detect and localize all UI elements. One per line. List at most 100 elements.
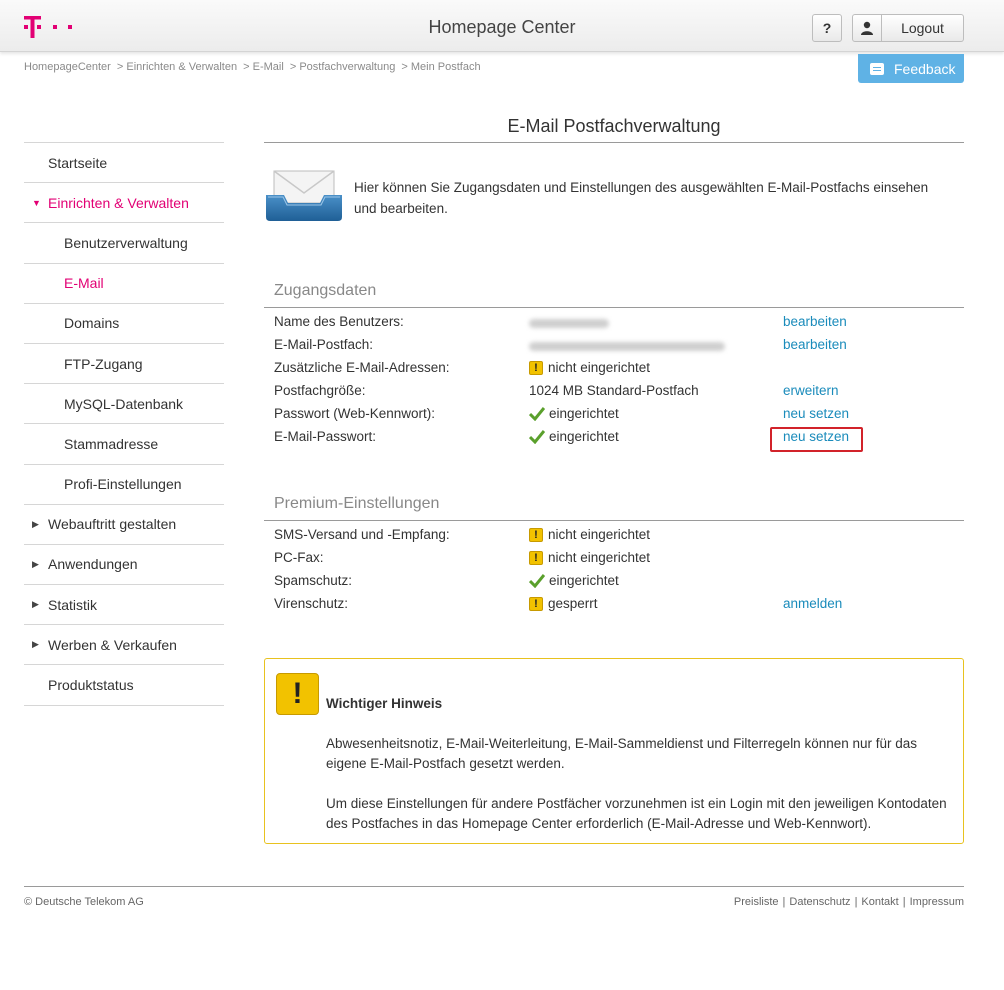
row-value: ! nicht eingerichtet [529,550,650,565]
table-row: Virenschutz: ! gesperrt anmelden [264,596,964,619]
row-label: Name des Benutzers: [274,314,404,329]
top-bar: Homepage Center ? Logout [0,0,1004,52]
row-value: eingerichtet [529,573,619,588]
breadcrumb-item[interactable]: > Einrichten & Verwalten [117,61,237,73]
sidebar-item-startseite[interactable]: Startseite [24,143,224,184]
page-title: E-Mail Postfachverwaltung [507,116,721,136]
footer-divider [24,886,964,887]
feedback-label: Feedback [894,60,956,77]
sidebar-item-einrichten-verwalten[interactable]: ▼ Einrichten & Verwalten [24,183,224,224]
row-label: E-Mail-Passwort: [274,429,377,444]
section-title-premium: Premium-Einstellungen [274,495,440,512]
sidebar-item-label: Stammadresse [64,435,159,452]
footer-link-kontakt[interactable]: Kontakt [861,896,898,908]
row-label: E-Mail-Postfach: [274,337,374,352]
sidebar-item-label: Benutzerverwaltung [64,234,188,251]
edit-mailbox-link[interactable]: bearbeiten [783,337,847,352]
warning-icon: ! [529,550,543,565]
sidebar-item-benutzerverwaltung[interactable]: Benutzerverwaltung [24,223,224,264]
notice-title: Wichtiger Hinweis [326,696,443,711]
intro-text: Hier können Sie Zugangsdaten und Einstel… [354,180,929,216]
table-row: Spamschutz: eingerichtet [264,573,964,596]
check-icon [529,573,545,588]
sidebar-item-werben-verkaufen[interactable]: ▶ Werben & Verkaufen [24,625,224,666]
sidebar-item-domains[interactable]: Domains [24,304,224,344]
table-row: Passwort (Web-Kennwort): eingerichtet ne… [264,406,964,429]
sidebar-item-label: Profi-Einstellungen [64,476,182,493]
sidebar-item-anwendungen[interactable]: ▶ Anwendungen [24,545,224,586]
row-value: eingerichtet [529,406,619,421]
warning-icon: ! [276,673,319,715]
warning-icon: ! [529,527,543,542]
row-label: SMS-Versand und -Empfang: [274,527,450,542]
row-value: ! nicht eingerichtet [529,360,650,375]
sidebar-item-statistik[interactable]: ▶ Statistik [24,585,224,626]
breadcrumb-item: > Mein Postfach [401,61,481,73]
register-antivirus-link[interactable]: anmelden [783,596,842,611]
check-icon [529,429,545,444]
help-button[interactable]: ? [812,14,842,42]
sidebar-item-label: Startseite [48,154,108,171]
user-icon [861,21,873,35]
sidebar-item-label: Werben & Verkaufen [48,636,177,653]
row-value-blurred [529,314,609,328]
sidebar-item-webauftritt-gestalten[interactable]: ▶ Webauftritt gestalten [24,505,224,545]
sidebar-item-label: MySQL-Datenbank [64,395,184,412]
footer-links: Preisliste | Datenschutz | Kontakt | Impressum [733,896,964,908]
user-button[interactable] [852,14,882,42]
row-value: ! nicht eingerichtet [529,527,650,542]
row-value: 1024 MB Standard-Postfach [529,383,699,398]
sidebar-item-produktstatus[interactable]: Produktstatus [24,665,224,706]
section-divider [264,520,964,521]
triangle-right-icon: ▶ [32,558,39,569]
breadcrumb: HomepageCenter > Einrichten & Verwalten … [24,61,484,73]
footer-link-datenschutz[interactable]: Datenschutz [789,896,850,908]
table-row: Zusätzliche E-Mail-Adressen: ! nicht eing… [264,360,964,383]
sidebar-item-label: Anwendungen [48,556,138,573]
sidebar-item-label: Produktstatus [48,677,134,694]
sidebar-item-label: FTP-Zugang [64,355,143,372]
table-row: PC-Fax: ! nicht eingerichtet [264,550,964,573]
warning-icon: ! [529,360,543,375]
notice-paragraph: Um diese Einstellungen für andere Postfä… [326,796,947,831]
sidebar-item-email[interactable]: E-Mail [24,264,224,304]
reset-web-password-link[interactable]: neu setzen [783,406,849,421]
row-label: Spamschutz: [274,573,353,588]
sidebar-item-label: Statistik [48,596,98,613]
triangle-right-icon: ▶ [32,518,39,529]
breadcrumb-item[interactable]: > E-Mail [243,61,284,73]
row-label: PC-Fax: [274,550,324,565]
row-label: Virenschutz: [274,596,349,611]
mail-inbox-icon [266,170,342,221]
sidebar-item-stammadresse[interactable]: Stammadresse [24,424,224,465]
sidebar-item-profi-einstellungen[interactable]: Profi-Einstellungen [24,465,224,505]
sidebar-item-label: Domains [64,315,120,332]
logout-button[interactable]: Logout [882,14,964,42]
check-icon [529,406,545,421]
sidebar-item-label: Einrichten & Verwalten [48,194,189,211]
table-row: E-Mail-Postfach: bearbeiten [264,337,964,360]
footer-link-preisliste[interactable]: Preisliste [734,896,779,908]
row-label: Zusätzliche E-Mail-Adressen: [274,360,450,375]
table-row: SMS-Versand und -Empfang: ! nicht eingeri… [264,527,964,550]
highlight-box [770,427,863,452]
breadcrumb-item[interactable]: HomepageCenter [24,61,111,73]
row-label: Passwort (Web-Kennwort): [274,406,436,421]
edit-username-link[interactable]: bearbeiten [783,314,847,329]
notice-paragraph: Abwesenheitsnotiz, E-Mail-Weiterleitung,… [326,736,918,771]
breadcrumb-item[interactable]: > Postfachverwaltung [290,61,395,73]
warning-icon: ! [529,596,543,611]
extend-mailbox-link[interactable]: erweitern [783,383,839,398]
sidebar-item-mysql-datenbank[interactable]: MySQL-Datenbank [24,384,224,425]
row-value: ! gesperrt [529,596,598,611]
row-value: eingerichtet [529,429,619,444]
footer-link-impressum[interactable]: Impressum [910,896,964,908]
sidebar-item-label: Webauftritt gestalten [48,516,177,533]
title-divider [264,142,964,143]
speech-bubble-icon [870,62,884,75]
row-value-blurred [529,337,725,351]
feedback-button[interactable]: Feedback [858,54,964,83]
notice-box: ! Wichtiger Hinweis Abwesenheitsnotiz, E… [264,658,964,844]
sidebar-item-ftp-zugang[interactable]: FTP-Zugang [24,344,224,385]
table-row: Postfachgröße: 1024 MB Standard-Postfach… [264,383,964,406]
